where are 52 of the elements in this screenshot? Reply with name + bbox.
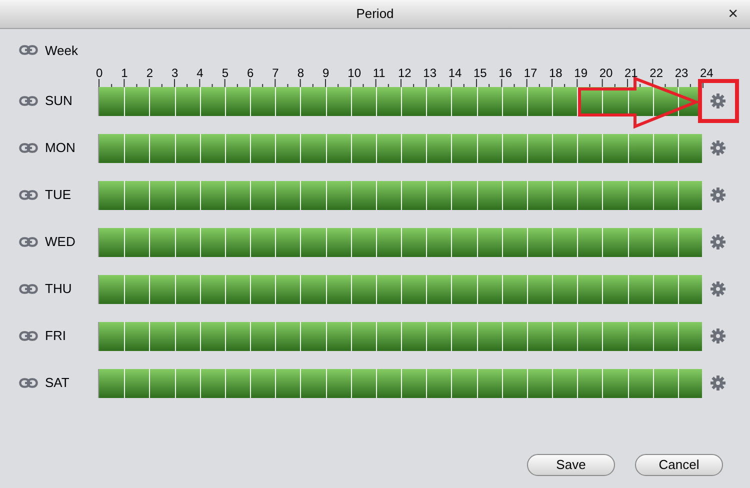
hour-label: 21	[624, 66, 638, 80]
hour-label: 22	[650, 66, 664, 80]
hour-label: 12	[398, 66, 412, 80]
settings-icon[interactable]	[710, 93, 726, 109]
window-title: Period	[356, 5, 394, 24]
hour-label: 20	[599, 66, 613, 80]
hour-label: 5	[222, 66, 229, 80]
link-icon[interactable]	[19, 331, 38, 341]
settings-icon[interactable]	[710, 140, 726, 156]
hour-label: 11	[372, 66, 386, 80]
hour-label: 18	[549, 66, 562, 80]
day-label: FRI	[45, 328, 66, 344]
hour-label: 6	[247, 66, 254, 80]
hour-label: 15	[474, 66, 487, 80]
settings-icon[interactable]	[710, 281, 726, 297]
day-label: SAT	[45, 375, 70, 391]
hour-label: 9	[322, 66, 330, 80]
save-button[interactable]: Save	[527, 454, 615, 476]
day-label: TUE	[45, 187, 71, 203]
hour-label: 13	[423, 66, 437, 80]
settings-icon[interactable]	[710, 375, 726, 391]
day-label: MON	[45, 140, 76, 156]
hour-label: 16	[498, 66, 512, 80]
link-icon[interactable]	[19, 190, 38, 200]
hour-label: 1	[121, 66, 128, 80]
cancel-button[interactable]: Cancel	[635, 454, 723, 476]
hour-label: 17	[524, 66, 538, 80]
link-icon[interactable]	[19, 284, 38, 294]
link-icon[interactable]	[19, 143, 38, 153]
day-label: WED	[45, 234, 76, 250]
link-icon[interactable]	[19, 45, 38, 55]
hour-label: 2	[146, 66, 154, 80]
settings-icon[interactable]	[710, 187, 726, 203]
hour-label: 14	[448, 66, 462, 80]
day-label: THU	[45, 281, 72, 297]
hour-label: 4	[196, 66, 204, 80]
settings-icon[interactable]	[710, 328, 726, 344]
hour-label: 3	[172, 66, 178, 80]
week-label: Week	[45, 43, 78, 59]
hour-label: 10	[348, 66, 362, 80]
hour-label: 7	[272, 66, 279, 80]
hour-label: 19	[574, 66, 588, 80]
day-label: SUN	[45, 93, 72, 109]
settings-icon[interactable]	[710, 234, 726, 250]
link-icon[interactable]	[19, 378, 38, 388]
hour-label: 24	[700, 66, 714, 80]
link-icon[interactable]	[19, 96, 38, 106]
link-icon[interactable]	[19, 237, 38, 247]
hour-label: 0	[96, 66, 103, 80]
hour-label: 8	[297, 66, 304, 80]
close-button[interactable]: ×	[728, 4, 738, 24]
hour-label: 23	[674, 66, 688, 80]
